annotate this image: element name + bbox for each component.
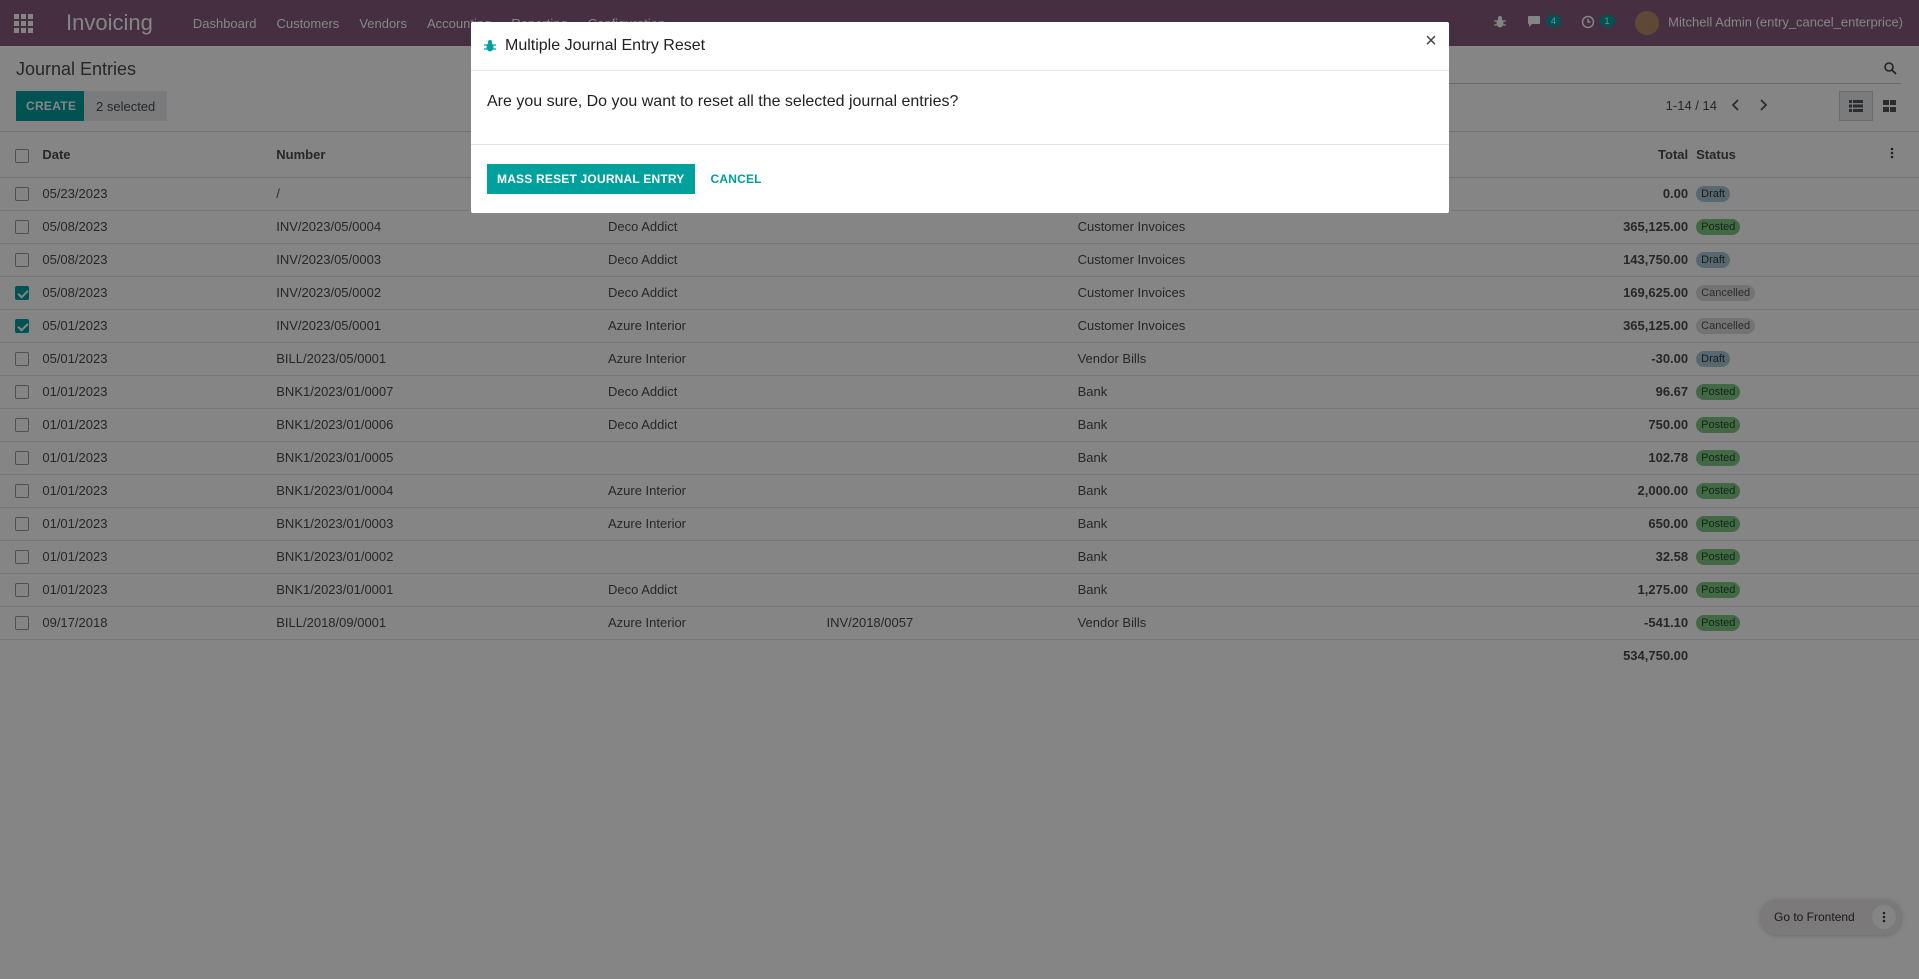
close-icon[interactable]: × [1421, 31, 1441, 52]
dialog-footer: MASS RESET JOURNAL ENTRY CANCEL [471, 145, 1449, 213]
dialog-header: Multiple Journal Entry Reset × [471, 22, 1449, 71]
cancel-button[interactable]: CANCEL [711, 172, 762, 186]
dialog-title: Multiple Journal Entry Reset [505, 37, 706, 54]
dialog-message: Are you sure, Do you want to reset all t… [471, 71, 1449, 145]
mass-reset-button[interactable]: MASS RESET JOURNAL ENTRY [487, 164, 695, 194]
bug-icon [484, 40, 496, 52]
mass-reset-dialog: Multiple Journal Entry Reset × Are you s… [471, 22, 1449, 213]
